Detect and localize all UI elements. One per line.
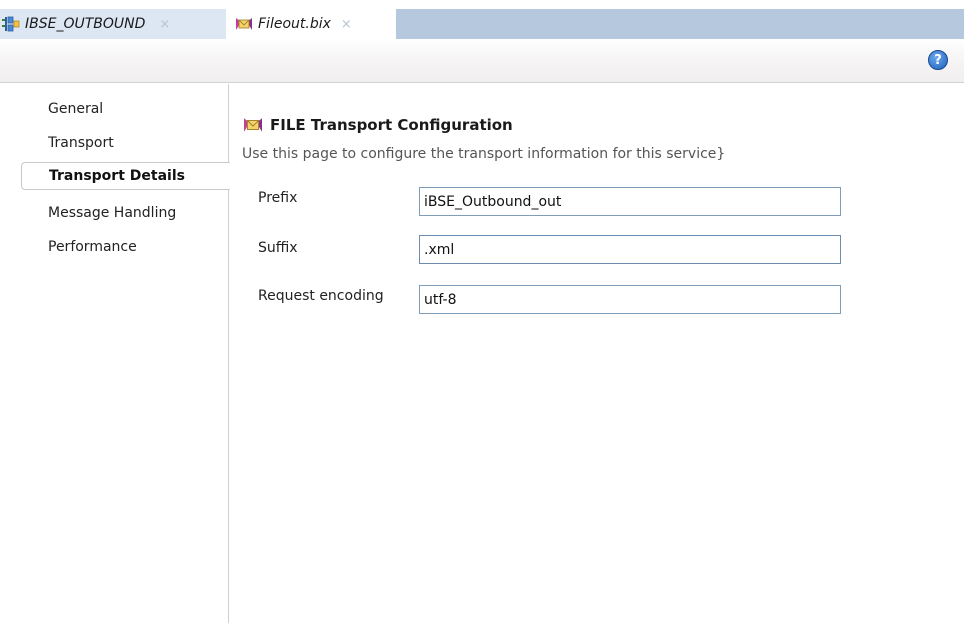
editor-toolbar: ? — [0, 39, 964, 83]
tab-label: Fileout.bix — [258, 16, 331, 32]
close-tab-icon[interactable]: × — [159, 17, 170, 32]
nav-item-message-handling[interactable]: Message Handling — [48, 202, 176, 224]
nav-item-general[interactable]: General — [48, 98, 103, 120]
prefix-label: Prefix — [258, 190, 298, 206]
tab-fileout-bix[interactable]: Fileout.bix × — [232, 9, 396, 39]
prefix-input[interactable] — [419, 187, 841, 216]
suffix-label: Suffix — [258, 240, 298, 256]
request-encoding-label: Request encoding — [258, 288, 384, 304]
file-adapter-icon — [244, 118, 262, 132]
nav-item-transport[interactable]: Transport — [48, 132, 114, 154]
editor-window: IBSE_OUTBOUND × Fileout.bix × ? General … — [0, 0, 964, 623]
section-description: Use this page to configure the transport… — [242, 146, 726, 162]
file-adapter-icon — [236, 18, 252, 30]
close-tab-icon[interactable]: × — [341, 17, 352, 32]
nav-item-transport-details[interactable]: Transport Details — [21, 162, 230, 190]
tab-strip-filler — [396, 9, 964, 39]
help-icon[interactable]: ? — [928, 50, 948, 70]
section-title-text: FILE Transport Configuration — [270, 116, 513, 134]
config-nav: General Transport Transport Details Mess… — [0, 84, 230, 623]
transport-details-panel: FILE Transport Configuration Use this pa… — [230, 84, 964, 623]
nav-item-performance[interactable]: Performance — [48, 236, 137, 258]
suffix-input[interactable] — [419, 235, 841, 264]
tab-label: IBSE_OUTBOUND — [25, 16, 146, 32]
request-encoding-input[interactable] — [419, 285, 841, 314]
tab-ibse-outbound[interactable]: IBSE_OUTBOUND × — [0, 9, 226, 39]
composite-icon — [2, 16, 20, 32]
editor-tab-bar: IBSE_OUTBOUND × Fileout.bix × — [0, 0, 964, 39]
section-title: FILE Transport Configuration — [242, 116, 513, 134]
